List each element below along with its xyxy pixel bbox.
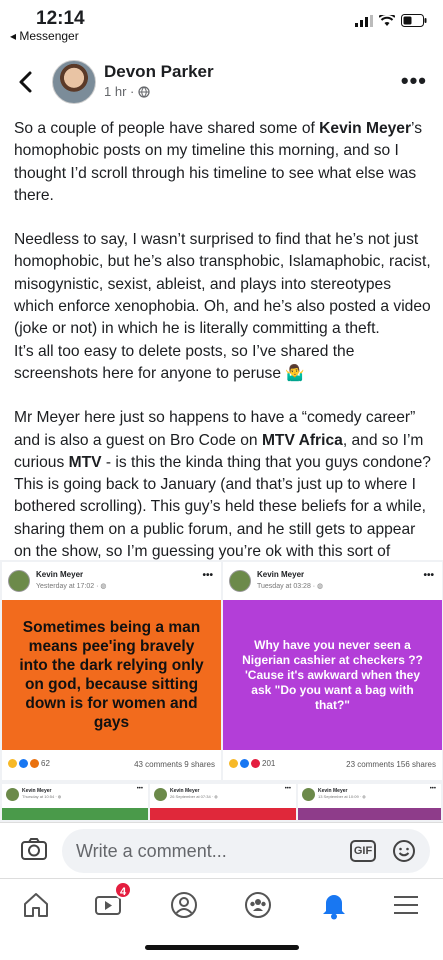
paragraph-4: Mr Meyer here just so happens to have a … <box>14 409 431 582</box>
shared-screenshot-5[interactable]: Kevin Meyer 13 September at 10:09 · ◍ ••… <box>298 784 441 820</box>
back-to-app-link[interactable]: ◂ Messenger <box>10 29 79 43</box>
reaction-icons: 201 <box>229 759 275 768</box>
screenshot-author: Kevin Meyer <box>257 570 305 579</box>
mention-mtv-africa[interactable]: MTV Africa <box>262 432 343 449</box>
globe-icon <box>138 85 150 98</box>
status-icons <box>355 14 427 27</box>
shared-screenshot-4[interactable]: Kevin Meyer 26 September at 07:34 · ◍ ••… <box>150 784 296 820</box>
back-arrow-icon[interactable] <box>14 70 38 94</box>
hamburger-menu-icon <box>394 896 418 914</box>
comment-input[interactable]: Write a comment... GIF <box>62 829 430 873</box>
tab-profile[interactable] <box>166 887 202 923</box>
mention-kevin-meyer[interactable]: Kevin Meyer <box>319 120 411 137</box>
profile-icon <box>171 892 197 918</box>
screenshot-header: Kevin Meyer Yesterday at 17:02 · ◍ ••• <box>2 562 221 600</box>
gif-button[interactable]: GIF <box>350 840 376 862</box>
tab-notifications[interactable] <box>316 887 352 923</box>
wifi-icon <box>379 14 395 26</box>
shared-screenshot-3[interactable]: Kevin Meyer Thursday at 10:54 · ◍ ••• <box>2 784 148 820</box>
paragraph-1: So a couple of people have shared some o… <box>14 120 423 204</box>
tab-home[interactable] <box>18 887 54 923</box>
post-timestamp[interactable]: 1 hr · <box>104 84 134 99</box>
screenshot-footer: 201 23 comments 156 shares <box>223 750 442 778</box>
paragraph-3: It’s all too easy to delete posts, so I’… <box>14 342 355 382</box>
post-text: So a couple of people have shared some o… <box>14 118 432 608</box>
meme-preview <box>2 808 148 820</box>
bell-icon <box>323 895 345 920</box>
home-icon <box>24 893 48 917</box>
photo-grid: Kevin Meyer Yesterday at 17:02 · ◍ ••• S… <box>0 560 443 822</box>
screenshot-time: Yesterday at 17:02 · ◍ <box>36 583 107 590</box>
avatar <box>8 570 30 592</box>
tab-groups[interactable] <box>240 887 276 923</box>
engagement-stats: 23 comments 156 shares <box>346 760 436 769</box>
more-options-icon: ••• <box>423 570 434 581</box>
meme-preview <box>298 808 441 820</box>
screenshot-time: 26 September at 07:34 · ◍ <box>170 794 218 799</box>
reaction-count: 62 <box>41 759 50 768</box>
author-avatar[interactable] <box>52 60 96 104</box>
screenshot-author: Kevin Meyer <box>36 570 84 579</box>
screenshot-time: 13 September at 10:09 · ◍ <box>318 794 366 799</box>
screenshot-footer: 62 43 comments 9 shares <box>2 750 221 778</box>
notification-badge: 4 <box>114 881 132 899</box>
avatar <box>154 788 167 801</box>
comment-placeholder: Write a comment... <box>76 841 227 861</box>
more-options-icon: ••• <box>429 786 436 792</box>
comment-bar: Write a comment... GIF <box>0 822 443 878</box>
shared-screenshot-2[interactable]: Kevin Meyer Tuesday at 03:28 · ◍ ••• Why… <box>223 562 442 780</box>
screenshot-time: Tuesday at 03:28 · ◍ <box>257 583 324 590</box>
meme-text: Sometimes being a man means pee'ing brav… <box>2 600 221 750</box>
post-header: Devon Parker 1 hr · ••• <box>0 58 443 108</box>
battery-icon <box>401 14 427 27</box>
avatar <box>229 570 251 592</box>
avatar <box>302 788 315 801</box>
more-options-icon: ••• <box>136 786 143 792</box>
more-options-icon: ••• <box>202 570 213 581</box>
engagement-stats: 43 comments 9 shares <box>134 760 215 769</box>
home-indicator[interactable] <box>145 945 299 950</box>
screenshot-time: Thursday at 10:54 · ◍ <box>22 794 62 799</box>
paragraph-2: Needless to say, I wasn’t surprised to f… <box>14 231 431 338</box>
post-meta: 1 hr · <box>104 84 150 99</box>
tab-menu[interactable] <box>388 887 424 923</box>
tab-watch[interactable]: 4 <box>90 881 132 923</box>
signal-icon <box>355 14 373 27</box>
screenshot-header: Kevin Meyer Tuesday at 03:28 · ◍ ••• <box>223 562 442 600</box>
more-options-icon[interactable]: ••• <box>401 68 427 94</box>
camera-icon[interactable] <box>20 837 48 861</box>
clock: 12:14 <box>36 8 85 29</box>
shared-screenshot-1[interactable]: Kevin Meyer Yesterday at 17:02 · ◍ ••• S… <box>2 562 221 780</box>
meme-text: Why have you never seen a Nigerian cashi… <box>223 600 442 750</box>
meme-preview <box>150 808 296 820</box>
mention-mtv[interactable]: MTV <box>69 454 102 471</box>
author-name[interactable]: Devon Parker <box>104 62 214 82</box>
reaction-count: 201 <box>262 759 276 768</box>
status-bar: 12:14 ◂ Messenger <box>0 0 443 48</box>
groups-icon <box>245 892 271 918</box>
more-options-icon: ••• <box>284 786 291 792</box>
avatar <box>6 788 19 801</box>
reaction-icons: 62 <box>8 759 50 768</box>
emoji-icon[interactable] <box>392 839 416 863</box>
